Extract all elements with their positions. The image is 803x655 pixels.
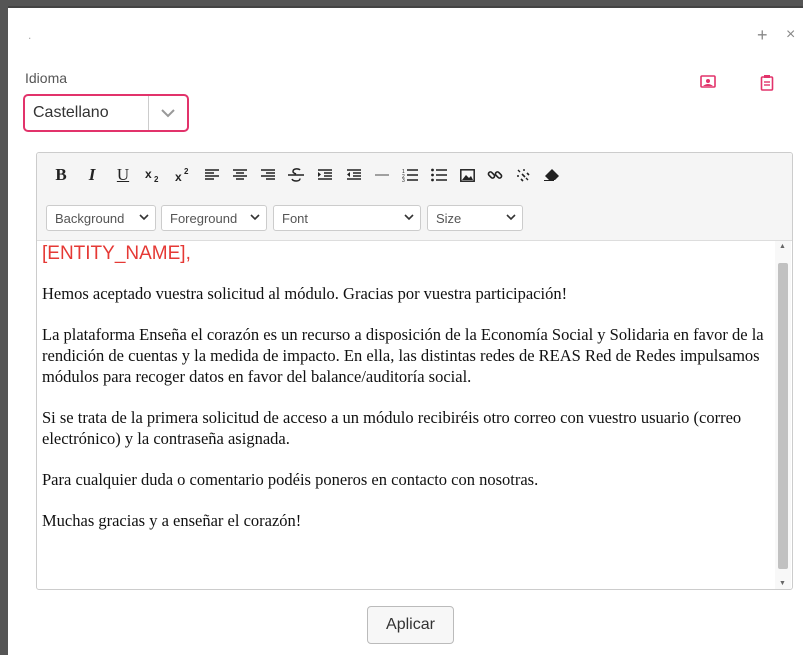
size-select-value: Size [436, 210, 462, 226]
close-button[interactable]: × [786, 26, 795, 44]
editor-scrollbar[interactable]: ▲ ▼ [775, 241, 791, 589]
eraser-icon[interactable] [540, 163, 564, 187]
foreground-select-value: Foreground [170, 210, 238, 226]
font-select[interactable]: Font [273, 205, 421, 231]
align-center-icon[interactable] [228, 163, 252, 187]
formatting-row: B I U x2 x2 123 [37, 163, 792, 187]
align-left-icon[interactable] [200, 163, 224, 187]
font-select-value: Font [282, 210, 309, 226]
entity-placeholder: [ENTITY_NAME], [42, 243, 191, 264]
superscript-button[interactable]: x2 [171, 163, 195, 187]
background-select-value: Background [55, 210, 125, 226]
link-icon[interactable] [483, 163, 507, 187]
background-select[interactable]: Background [46, 205, 156, 231]
language-label: Idioma [25, 70, 68, 86]
outdent-icon[interactable] [342, 163, 366, 187]
strikethrough-icon[interactable] [284, 163, 308, 187]
language-select[interactable]: Castellano [23, 94, 189, 132]
scrollbar-thumb[interactable] [778, 263, 788, 569]
bold-button[interactable]: B [49, 163, 73, 187]
indent-icon[interactable] [313, 163, 337, 187]
subscript-button[interactable]: x2 [141, 163, 165, 187]
foreground-select[interactable]: Foreground [161, 205, 267, 231]
modal-dialog: . + × Idioma Castellano B I U x2 x2 1 2 … [8, 6, 803, 655]
paragraph-thanks: Muchas gracias y a enseñar el corazón! [42, 511, 302, 530]
underline-button[interactable]: U [111, 163, 135, 187]
language-value: Castellano [33, 104, 109, 121]
editor-toolbar: B I U x2 x2 123 Background Foreground Fo… [37, 153, 792, 241]
paragraph-platform: La plataforma Enseña el corazón es un re… [42, 325, 764, 386]
paragraph-first-request: Si se trata de la primera solicitud de a… [42, 408, 742, 448]
svg-text:3: 3 [402, 178, 405, 182]
scroll-down-arrow-icon[interactable]: ▼ [779, 580, 786, 587]
expand-button[interactable]: + [757, 26, 768, 44]
image-icon[interactable] [700, 74, 716, 93]
chevron-down-icon [506, 214, 516, 221]
unordered-list-icon[interactable] [427, 163, 451, 187]
editor-content[interactable]: [ENTITY_NAME], Hemos aceptado vuestra so… [37, 241, 774, 589]
insert-image-icon[interactable] [455, 163, 479, 187]
ordered-list-icon[interactable]: 123 [398, 163, 422, 187]
chevron-down-icon [250, 214, 260, 221]
style-selects-row: Background Foreground Font Size [37, 205, 792, 231]
paragraph-contact: Para cualquier duda o comentario podéis … [42, 470, 539, 489]
paragraph-accepted: Hemos aceptado vuestra solicitud al módu… [42, 284, 568, 303]
horizontal-rule-icon[interactable] [370, 163, 394, 187]
apply-button[interactable]: Aplicar [367, 606, 454, 644]
align-right-icon[interactable] [256, 163, 280, 187]
italic-button[interactable]: I [80, 163, 104, 187]
dialog-title: . [28, 28, 32, 42]
scroll-up-arrow-icon[interactable]: ▲ [779, 243, 786, 250]
clipboard-icon[interactable] [760, 74, 774, 96]
unlink-icon[interactable] [511, 163, 535, 187]
rich-text-editor: B I U x2 x2 123 Background Foreground Fo… [36, 152, 793, 590]
chevron-down-icon [404, 214, 414, 221]
size-select[interactable]: Size [427, 205, 523, 231]
chevron-down-icon [149, 108, 187, 118]
chevron-down-icon [139, 214, 149, 221]
svg-text:x: x [145, 167, 152, 181]
svg-text:2: 2 [184, 167, 189, 176]
svg-text:x: x [175, 170, 182, 183]
svg-text:2: 2 [154, 175, 159, 183]
